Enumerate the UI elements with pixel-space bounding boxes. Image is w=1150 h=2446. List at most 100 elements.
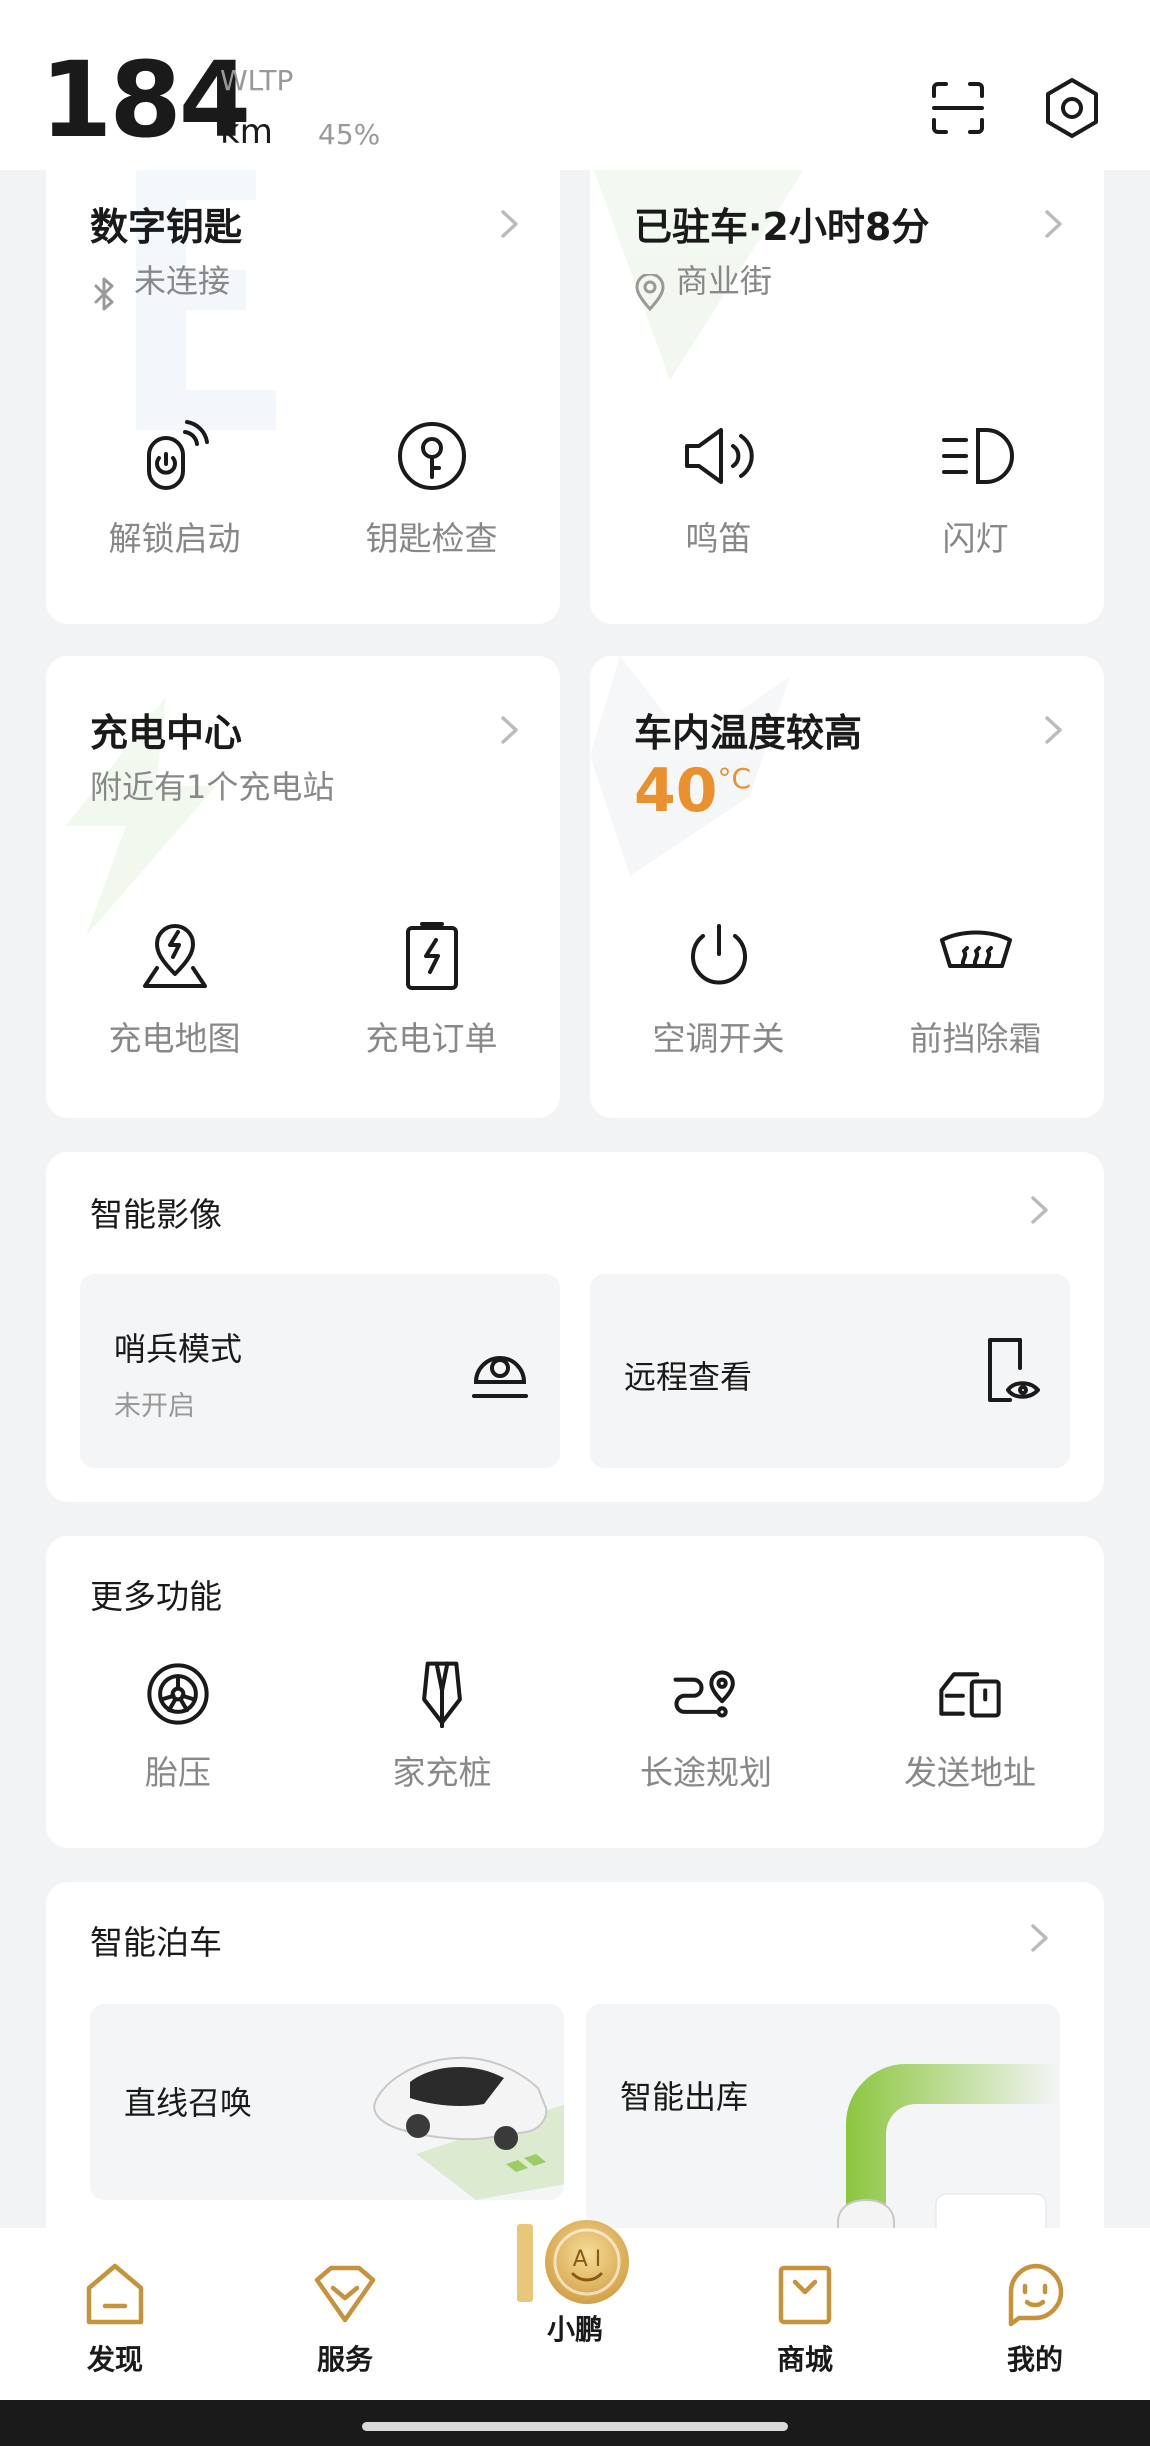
remote-view-icon	[988, 1338, 1040, 1402]
remote-view-tile[interactable]: 远程查看	[590, 1274, 1070, 1468]
range-value: 184	[40, 39, 251, 161]
charging-subtitle: 附近有1个充电站	[90, 768, 335, 806]
smart-exit-tile[interactable]: 智能出库	[586, 2004, 1060, 2262]
unlock-start-button[interactable]: 解锁启动	[46, 418, 303, 560]
flash-lights-button[interactable]: 闪灯	[847, 418, 1104, 560]
nav-label: 服务	[316, 2343, 373, 2376]
home-icon	[79, 2258, 151, 2330]
cabin-title: 车内温度较高	[634, 711, 863, 755]
route-plan-icon	[672, 1660, 740, 1728]
cabin-temperature-card[interactable]: 车内温度较高 40°C 空调开关 前挡除霜	[590, 656, 1104, 1118]
chevron-right-icon[interactable]	[1038, 710, 1068, 750]
action-label: 钥匙检查	[365, 519, 498, 558]
temperature-unit: °C	[717, 762, 752, 795]
smart-camera-title: 智能影像	[90, 1195, 222, 1234]
service-icon	[309, 2258, 381, 2330]
action-label: 闪灯	[942, 519, 1009, 558]
key-check-icon	[394, 418, 470, 494]
nav-profile[interactable]: 我的	[955, 2258, 1115, 2378]
tile-title: 哨兵模式	[114, 1330, 243, 1368]
charging-center-card[interactable]: 充电中心 附近有1个充电站 充电地图 充电订单	[46, 656, 560, 1118]
cabin-temperature: 40°C	[634, 756, 751, 826]
nav-label: 商城	[776, 2343, 833, 2376]
range-unit: km	[220, 112, 273, 152]
ac-toggle-button[interactable]: 空调开关	[590, 918, 847, 1060]
settings-icon[interactable]	[1040, 76, 1104, 140]
sentinel-camera-icon	[472, 1356, 528, 1398]
horn-icon	[681, 418, 757, 494]
svg-text:A I: A I	[573, 2247, 602, 2272]
function-label: 家充桩	[392, 1753, 492, 1792]
smart-parking-title: 智能泊车	[90, 1923, 222, 1962]
function-label: 发送地址	[904, 1753, 1036, 1792]
power-icon	[681, 918, 757, 994]
bottom-navigation: 发现 服务 A I 小鹏 商城 我的	[0, 2220, 1150, 2400]
front-defrost-button[interactable]: 前挡除霜	[847, 918, 1104, 1060]
action-label: 前挡除霜	[909, 1019, 1042, 1058]
action-label: 充电订单	[365, 1019, 498, 1058]
action-label: 解锁启动	[108, 519, 241, 558]
nav-discover[interactable]: 发现	[35, 2258, 195, 2378]
tile-title: 远程查看	[624, 1358, 753, 1396]
parking-location: 商业街	[676, 262, 773, 300]
digital-key-title: 数字钥匙	[90, 205, 243, 249]
temperature-value: 40	[634, 756, 718, 826]
sentinel-mode-tile[interactable]: 哨兵模式 未开启	[80, 1274, 560, 1468]
straight-summon-tile[interactable]: 直线召唤	[90, 2004, 564, 2200]
home-indicator[interactable]	[362, 2422, 788, 2431]
route-plan-button[interactable]: 长途规划	[574, 1660, 838, 1794]
function-label: 胎压	[145, 1753, 211, 1792]
tire-pressure-button[interactable]: 胎压	[46, 1660, 310, 1794]
location-pin-icon	[635, 274, 665, 312]
battery-percent: 45%	[318, 118, 381, 151]
profile-face-icon	[999, 2258, 1071, 2330]
chevron-right-icon[interactable]	[1038, 204, 1068, 244]
parking-status-card[interactable]: 已驻车·2小时8分 商业街 鸣笛 闪灯	[590, 150, 1104, 624]
home-charger-button[interactable]: 家充桩	[310, 1660, 574, 1794]
flash-lights-icon	[938, 418, 1014, 494]
charging-map-button[interactable]: 充电地图	[46, 918, 303, 1060]
ai-assistant-icon: A I	[505, 2216, 645, 2312]
range-standard: WLTP	[220, 64, 294, 97]
send-address-icon	[936, 1660, 1004, 1728]
chevron-right-icon[interactable]	[1024, 1190, 1054, 1230]
chevron-right-icon[interactable]	[494, 204, 524, 244]
nav-label: 发现	[86, 2343, 143, 2376]
tile-title: 直线召唤	[124, 2084, 253, 2122]
nav-shop[interactable]: 商城	[725, 2258, 885, 2378]
action-label: 空调开关	[652, 1019, 785, 1058]
bluetooth-icon	[94, 277, 114, 311]
nav-label: 小鹏	[546, 2313, 603, 2346]
charging-map-icon	[137, 918, 213, 994]
digital-key-status: 未连接	[134, 262, 231, 300]
function-label: 长途规划	[640, 1753, 772, 1792]
chevron-right-icon[interactable]	[494, 710, 524, 750]
charging-order-icon	[394, 918, 470, 994]
shop-bag-icon	[769, 2258, 841, 2330]
defrost-icon	[938, 918, 1014, 994]
more-functions-card: 更多功能 胎压 家充桩 长途规划 发送地址	[46, 1536, 1104, 1848]
action-label: 充电地图	[108, 1019, 241, 1058]
charging-order-button[interactable]: 充电订单	[303, 918, 560, 1060]
smart-camera-card: 智能影像 哨兵模式 未开启 远程查看	[46, 1152, 1104, 1502]
header-bar: 184 WLTP km 45%	[0, 0, 1150, 170]
car-illustration	[373, 2056, 564, 2200]
nav-xiaopeng[interactable]: A I 小鹏	[495, 2216, 655, 2348]
send-address-button[interactable]: 发送地址	[838, 1660, 1102, 1794]
tile-status: 未开启	[114, 1391, 195, 1422]
smart-parking-card: 智能泊车 直线召唤 智能出库	[46, 1882, 1104, 2262]
key-check-button[interactable]: 钥匙检查	[303, 418, 560, 560]
home-charger-icon	[408, 1660, 476, 1729]
chevron-right-icon[interactable]	[1024, 1918, 1054, 1958]
action-label: 鸣笛	[685, 519, 752, 558]
system-navigation-bar	[0, 2400, 1150, 2446]
parking-title: 已驻车·2小时8分	[634, 205, 930, 249]
horn-button[interactable]: 鸣笛	[590, 418, 847, 560]
scan-icon[interactable]	[926, 76, 990, 140]
tile-title: 智能出库	[620, 2078, 749, 2116]
charging-title: 充电中心	[90, 711, 243, 755]
digital-key-card[interactable]: 数字钥匙 未连接 解锁启动 钥匙检查	[46, 150, 560, 624]
nav-label: 我的	[1006, 2343, 1063, 2376]
unlock-start-icon	[137, 418, 213, 494]
nav-service[interactable]: 服务	[265, 2258, 425, 2378]
